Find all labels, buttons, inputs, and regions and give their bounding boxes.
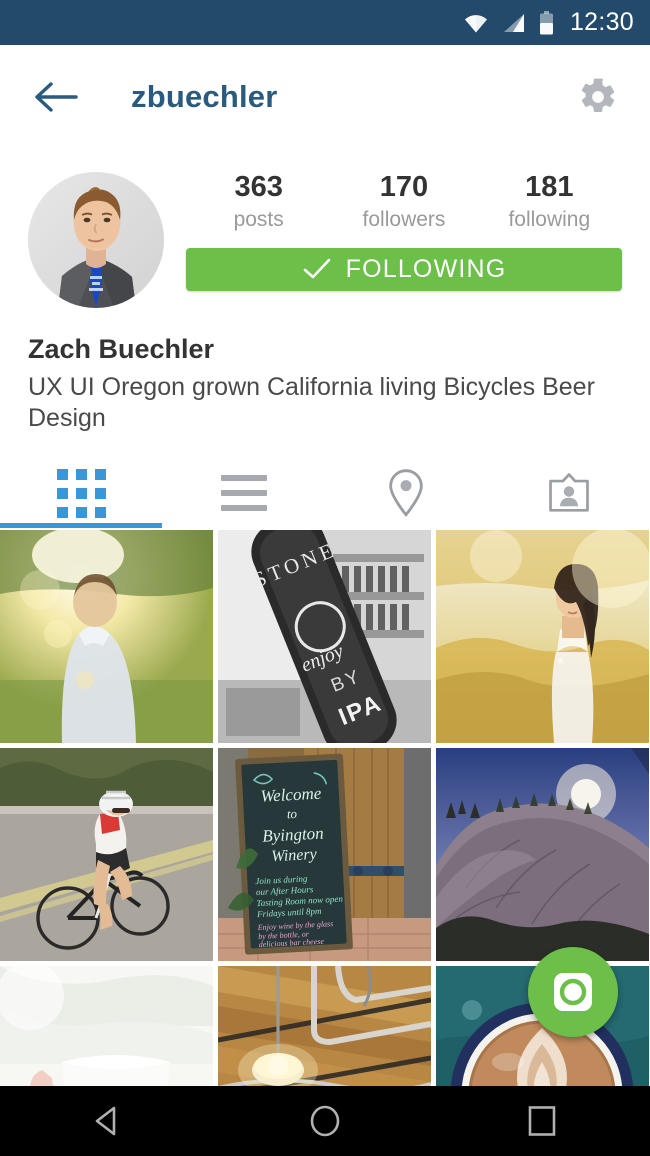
- battery-icon: [539, 11, 554, 35]
- avatar-image: [28, 172, 164, 308]
- photo-cyclist-riding-road-bike: [0, 748, 213, 961]
- photo-welcome-to-byington-winery-chalkboard-sign: Welcome to Byington Winery Join us durin…: [218, 748, 431, 961]
- location-pin-icon: [386, 468, 426, 518]
- stat-posts[interactable]: 363 posts: [186, 172, 331, 232]
- stat-following-value: 181: [477, 172, 622, 204]
- status-bar: 12:30: [0, 0, 650, 45]
- svg-text:Welcome: Welcome: [260, 784, 322, 806]
- photo-grid-row: STONE enjoy BY IPA: [0, 530, 650, 743]
- profile-top-row: 363 posts 170 followers 181 following: [0, 148, 650, 308]
- tab-list-view[interactable]: [163, 458, 326, 528]
- app-bar: zbuechler: [0, 45, 650, 148]
- photo-woman-in-white-outfit-sunlit-garden: [436, 530, 649, 743]
- grid-icon: [57, 469, 106, 518]
- tab-map-view[interactable]: [325, 458, 488, 528]
- stat-followers[interactable]: 170 followers: [331, 172, 476, 232]
- stats-row: 363 posts 170 followers 181 following: [186, 172, 622, 232]
- photo-cell[interactable]: [218, 966, 431, 1086]
- photo-granite-mountain-at-sunset: [436, 748, 649, 961]
- svg-text:Byington: Byington: [262, 824, 324, 846]
- photo-cell[interactable]: [0, 748, 213, 961]
- following-button-label: FOLLOWING: [346, 255, 507, 284]
- svg-text:Winery: Winery: [271, 846, 318, 865]
- avatar[interactable]: [28, 172, 164, 308]
- profile-header: 363 posts 170 followers 181 following: [0, 148, 650, 433]
- photo-cell[interactable]: STONE enjoy BY IPA: [218, 530, 431, 743]
- following-button[interactable]: FOLLOWING: [186, 248, 622, 291]
- phone-screen: 12:30 zbuechler: [0, 0, 650, 1156]
- photo-cell[interactable]: [0, 966, 213, 1086]
- status-bar-icons: [463, 11, 554, 35]
- new-post-camera-button[interactable]: [528, 947, 618, 1037]
- back-button[interactable]: [28, 69, 84, 125]
- svg-text:to: to: [286, 806, 297, 822]
- wifi-icon: [463, 12, 489, 34]
- status-bar-clock: 12:30: [570, 8, 634, 37]
- photo-industrial-wood-ceiling-with-pipes-and-lamp: [218, 966, 431, 1086]
- photo-grid-row: Welcome to Byington Winery Join us durin…: [0, 748, 650, 961]
- stat-following-label: following: [477, 208, 622, 232]
- settings-button[interactable]: [574, 73, 622, 121]
- gear-icon: [578, 77, 618, 117]
- profile-tab-bar: [0, 458, 650, 528]
- square-recents-icon: [522, 1101, 562, 1141]
- triangle-back-icon: [88, 1101, 128, 1141]
- tab-grid-view[interactable]: [0, 458, 163, 528]
- camera-icon: [551, 970, 595, 1014]
- photo-stone-enjoy-by-ipa-bottle-black-and-white: STONE enjoy BY IPA: [218, 530, 431, 743]
- nav-recents-button[interactable]: [497, 1086, 587, 1156]
- profile-full-name: Zach Buechler: [28, 334, 622, 365]
- stat-posts-label: posts: [186, 208, 331, 232]
- photo-cell[interactable]: [0, 530, 213, 743]
- stat-followers-label: followers: [331, 208, 476, 232]
- page-title: zbuechler: [131, 79, 278, 115]
- id-card-person-icon: [547, 472, 591, 514]
- android-nav-bar: [0, 1086, 650, 1156]
- circle-home-icon: [305, 1101, 345, 1141]
- stat-following[interactable]: 181 following: [477, 172, 622, 232]
- photo-man-in-white-shirt-at-sunset: [0, 530, 213, 743]
- nav-back-button[interactable]: [63, 1086, 153, 1156]
- profile-bio-text: UX UI Oregon grown California living Bic…: [28, 372, 608, 433]
- photo-cell[interactable]: [436, 530, 649, 743]
- list-icon: [221, 475, 267, 511]
- cellular-signal-icon: [502, 12, 526, 34]
- stat-posts-value: 363: [186, 172, 331, 204]
- photo-cell[interactable]: Welcome to Byington Winery Join us durin…: [218, 748, 431, 961]
- nav-home-button[interactable]: [280, 1086, 370, 1156]
- active-tab-underline: [0, 523, 162, 528]
- photo-cell[interactable]: [436, 748, 649, 961]
- checkmark-icon: [302, 257, 332, 281]
- back-arrow-icon: [34, 80, 78, 114]
- bio-section: Zach Buechler UX UI Oregon grown Califor…: [0, 308, 650, 433]
- profile-stats-and-action: 363 posts 170 followers 181 following: [186, 172, 622, 308]
- tab-tagged-photos[interactable]: [488, 458, 650, 528]
- stat-followers-value: 170: [331, 172, 476, 204]
- photo-white-cup-by-bright-window: [0, 966, 213, 1086]
